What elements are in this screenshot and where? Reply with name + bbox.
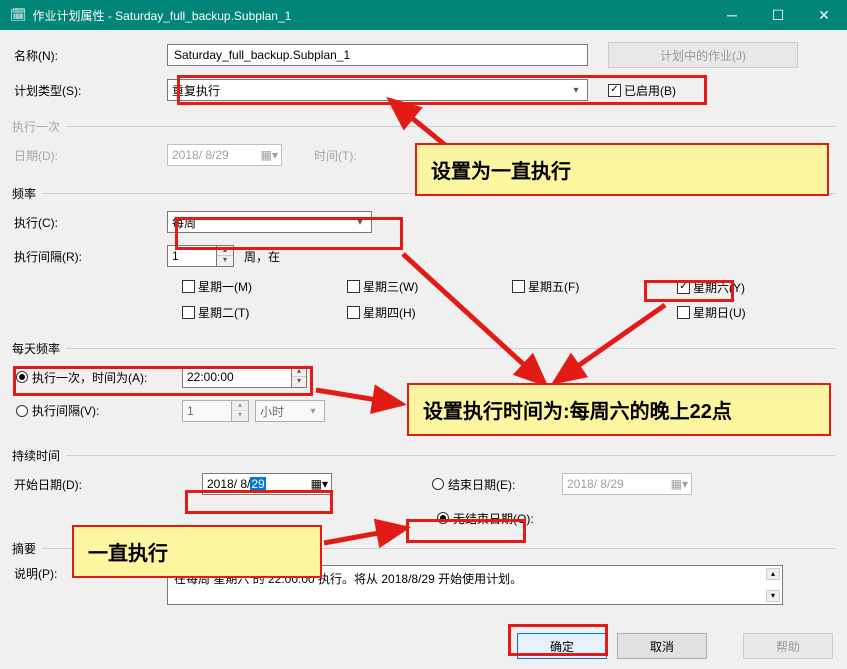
occurs-label: 执行(C):: [12, 214, 167, 231]
annotation-2: 设置执行时间为:每周六的晚上22点: [407, 383, 831, 436]
minimize-button[interactable]: ─: [709, 0, 755, 30]
start-date-input[interactable]: 2018/ 8/29 ▦▾: [202, 473, 332, 495]
name-label: 名称(N):: [12, 47, 167, 64]
enabled-label: 已启用(B): [624, 82, 676, 99]
annotation-3: 一直执行: [72, 525, 322, 578]
help-button: 帮助: [743, 633, 833, 659]
summary-section: 摘要: [12, 542, 42, 556]
dailyfreq-section: 每天频率: [12, 342, 66, 356]
app-icon: 🗓: [10, 7, 27, 23]
schedule-type-value: 重复执行: [172, 82, 220, 99]
schedule-type-label: 计划类型(S):: [12, 82, 167, 99]
day-tue-checkbox[interactable]: 星期二(T): [182, 304, 249, 321]
occurs-once-radio[interactable]: 执行一次，时间为(A):: [16, 369, 147, 386]
onetime-time-label: 时间(T):: [312, 147, 376, 164]
spin-down-icon[interactable]: ▾: [292, 377, 306, 387]
occurs-once-time[interactable]: 22:00:00: [182, 366, 292, 388]
start-date-label: 开始日期(D):: [12, 476, 202, 493]
onetime-date-input: 2018/ 8/29 ▦▾: [167, 144, 282, 166]
spin-down-icon[interactable]: ▾: [217, 256, 233, 266]
jobs-in-schedule-button: 计划中的作业(J): [608, 42, 798, 68]
chevron-down-icon: ▾: [568, 83, 584, 97]
annotation-1: 设置为一直执行: [415, 143, 829, 196]
day-sat-checkbox[interactable]: ✓星期六(Y): [677, 279, 745, 296]
frequency-section: 频率: [12, 187, 42, 201]
recurs-label: 执行间隔(R):: [12, 248, 167, 265]
day-mon-checkbox[interactable]: 星期一(M): [182, 278, 252, 295]
cancel-button[interactable]: 取消: [617, 633, 707, 659]
end-date-radio[interactable]: 结束日期(E):: [432, 476, 562, 493]
every-spinner: ▴▾: [182, 400, 249, 422]
chevron-down-icon: ▾: [352, 215, 368, 229]
onetime-date-label: 日期(D):: [12, 147, 167, 164]
name-input[interactable]: [167, 44, 588, 66]
occurs-value: 每周: [172, 214, 196, 231]
scroll-up-icon[interactable]: ▴: [766, 568, 780, 580]
every-unit-dropdown: 小时 ▾: [255, 400, 325, 422]
occurs-every-radio[interactable]: 执行间隔(V):: [16, 402, 99, 419]
day-sun-checkbox[interactable]: 星期日(U): [677, 304, 746, 321]
calendar-icon: ▦▾: [311, 477, 328, 491]
recurs-spinner[interactable]: ▴▾: [167, 245, 234, 267]
close-button[interactable]: ✕: [801, 0, 847, 30]
duration-section: 持续时间: [12, 449, 66, 463]
onetime-section: 执行一次: [12, 120, 66, 134]
schedule-type-dropdown[interactable]: 重复执行 ▾: [167, 79, 588, 101]
no-end-date-radio[interactable]: 无结束日期(O):: [437, 510, 534, 527]
recurs-value[interactable]: [167, 245, 217, 267]
day-wed-checkbox[interactable]: 星期三(W): [347, 278, 418, 295]
recurs-unit: 周，在: [244, 248, 280, 265]
enabled-checkbox[interactable]: ✓ 已启用(B): [608, 82, 676, 99]
occurs-dropdown[interactable]: 每周 ▾: [167, 211, 372, 233]
scroll-down-icon[interactable]: ▾: [766, 590, 780, 602]
ok-button[interactable]: 确定: [517, 633, 607, 659]
window-title: 作业计划属性 - Saturday_full_backup.Subplan_1: [33, 7, 709, 24]
calendar-icon: ▦▾: [261, 148, 278, 162]
maximize-button[interactable]: ☐: [755, 0, 801, 30]
day-thu-checkbox[interactable]: 星期四(H): [347, 304, 416, 321]
end-date-input: 2018/ 8/29 ▦▾: [562, 473, 692, 495]
day-fri-checkbox[interactable]: 星期五(F): [512, 278, 579, 295]
